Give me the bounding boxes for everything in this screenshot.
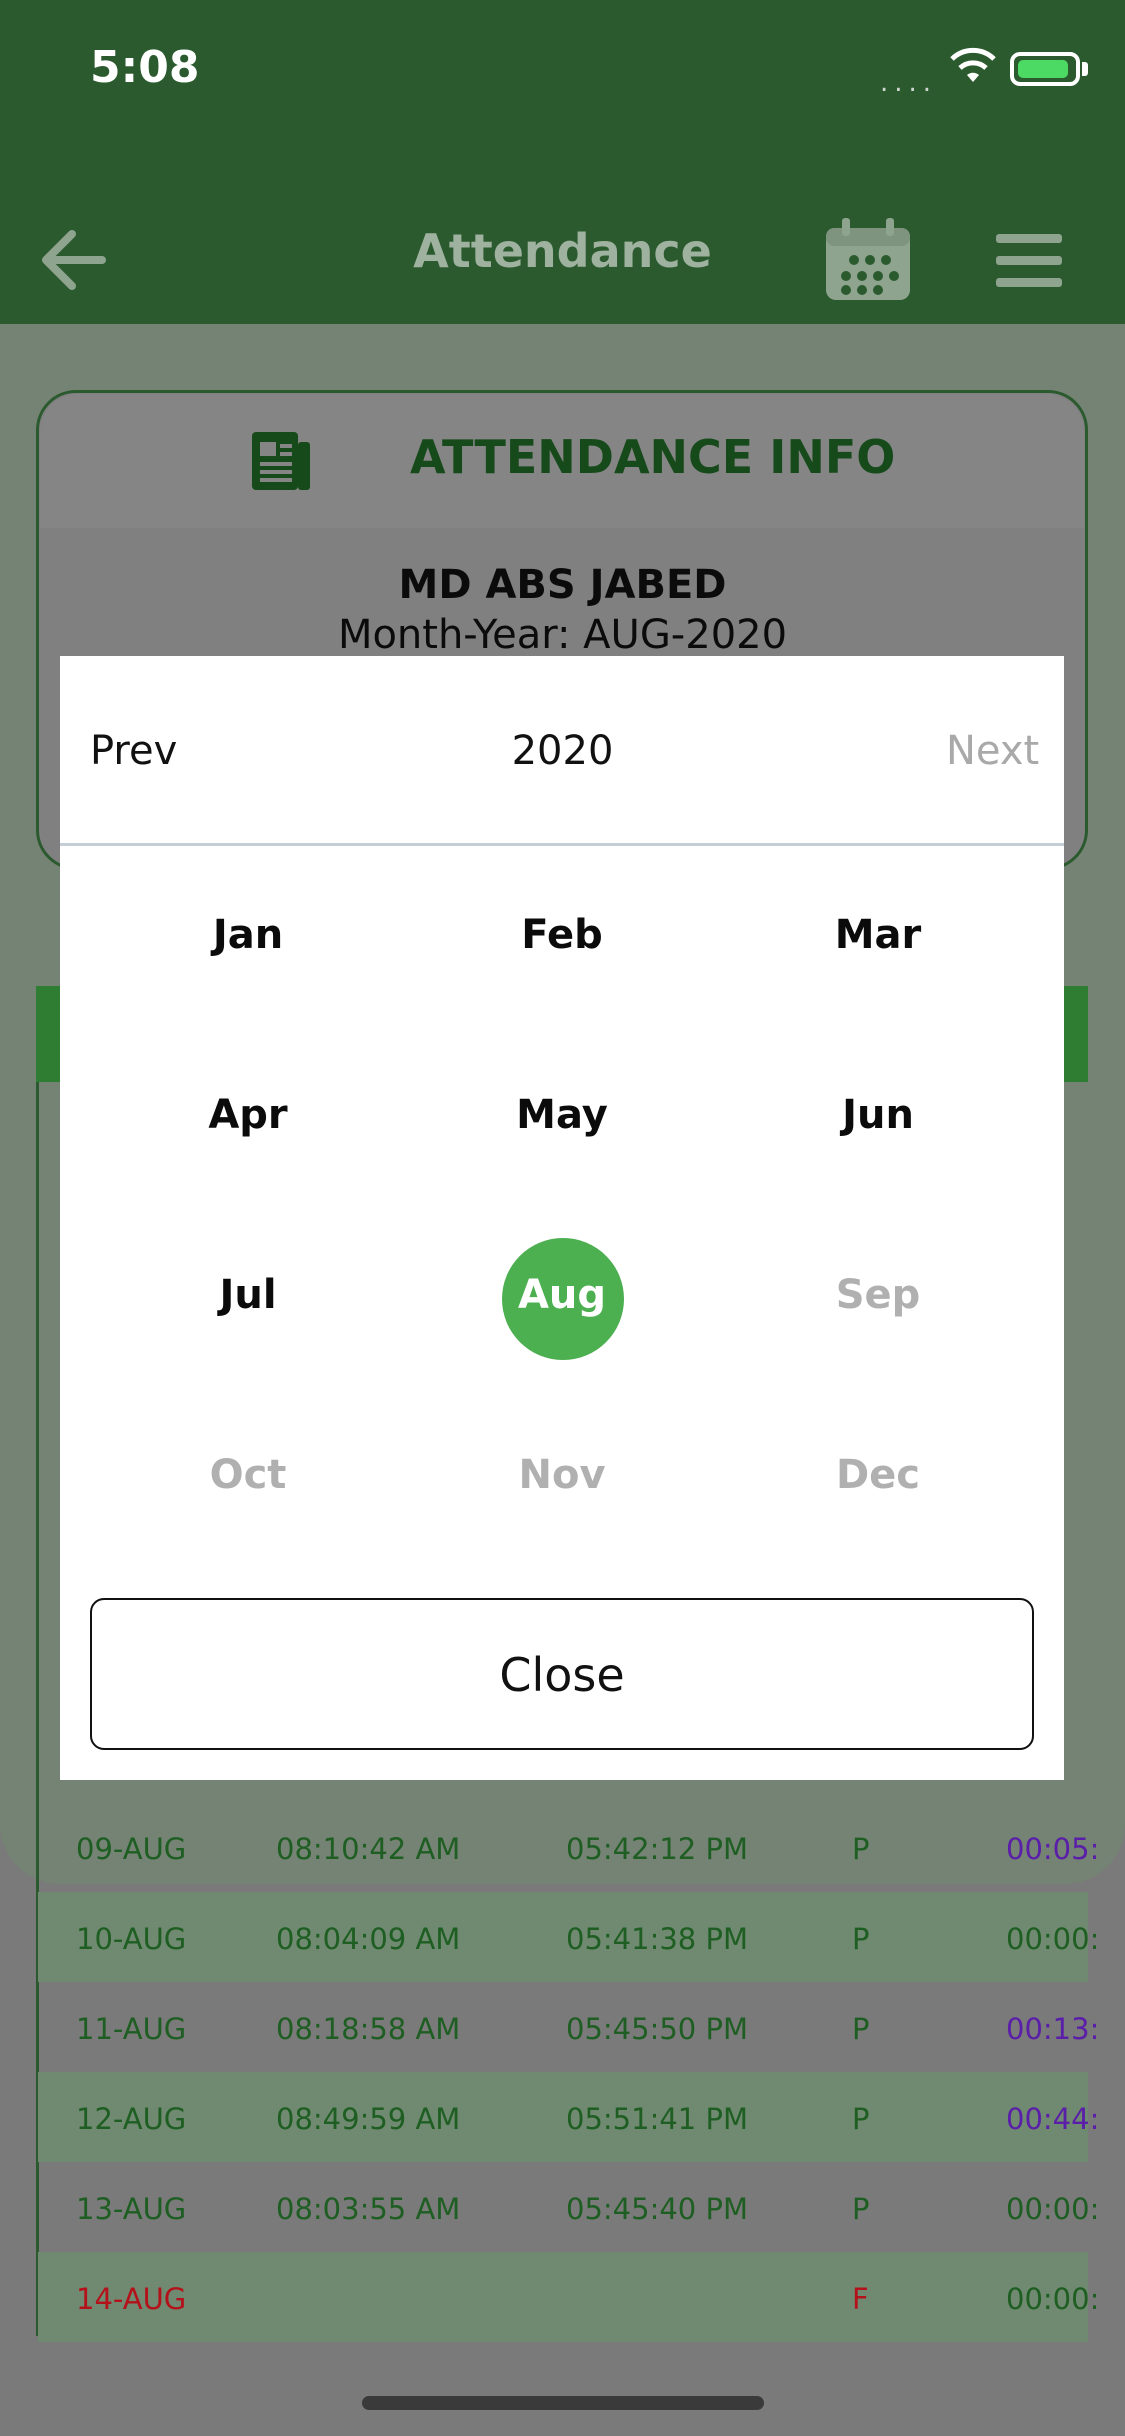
row-in-time: 08:10:42 AM: [276, 1832, 461, 1866]
row-out-time: 05:41:38 PM: [566, 1922, 748, 1956]
month-aug[interactable]: Aug: [462, 1272, 662, 1318]
row-late: 00:44:: [1006, 2102, 1100, 2136]
month-apr[interactable]: Apr: [148, 1092, 348, 1138]
month-nov: Nov: [518, 1452, 606, 1498]
row-late: 00:05:: [1006, 1832, 1100, 1866]
row-status: P: [852, 2192, 870, 2226]
row-out-time: 05:45:40 PM: [566, 2192, 748, 2226]
row-date: 10-AUG: [76, 1922, 187, 1956]
row-status: P: [852, 2102, 870, 2136]
month-may[interactable]: May: [462, 1092, 662, 1138]
signal-icon: ....: [880, 68, 938, 98]
row-status: P: [852, 1922, 870, 1956]
month-year: Month-Year: AUG-2020: [337, 612, 788, 658]
status-time: 5:08: [90, 42, 200, 93]
next-year-button[interactable]: Next: [946, 728, 1039, 774]
row-in-time: 08:18:58 AM: [276, 2012, 461, 2046]
row-late: 00:00:: [1006, 2282, 1100, 2316]
battery-level: [1018, 60, 1068, 78]
info-title: ATTENDANCE INFO: [410, 430, 896, 484]
row-out-time: 05:42:12 PM: [566, 1832, 748, 1866]
month-mar[interactable]: Mar: [778, 912, 978, 958]
month-sep: Sep: [835, 1272, 921, 1318]
month-jan[interactable]: Jan: [148, 912, 348, 958]
row-date: 14-AUG: [76, 2282, 187, 2316]
hamburger-menu-icon[interactable]: [996, 232, 1062, 288]
month-feb[interactable]: Feb: [462, 912, 662, 958]
battery-cap: [1082, 62, 1088, 76]
row-status: P: [852, 2012, 870, 2046]
table-row[interactable]: 10-AUG 08:04:09 AM 05:41:38 PM P 00:00:: [38, 1892, 1099, 1982]
table-row[interactable]: 11-AUG 08:18:58 AM 05:45:50 PM P 00:13:: [38, 1982, 1099, 2072]
table-row[interactable]: 09-AUG 08:10:42 AM 05:42:12 PM P 00:05:: [38, 1802, 1099, 1892]
calendar-icon[interactable]: [824, 218, 912, 302]
row-in-time: 08:49:59 AM: [276, 2102, 461, 2136]
row-in-time: 08:03:55 AM: [276, 2192, 461, 2226]
row-late: 00:00:: [1006, 1922, 1100, 1956]
close-button-label[interactable]: Close: [90, 1648, 1034, 1702]
month-jun[interactable]: Jun: [778, 1092, 978, 1138]
employee-name: MD ABS JABED: [398, 562, 727, 608]
row-date: 11-AUG: [76, 2012, 187, 2046]
row-out-time: 05:45:50 PM: [566, 2012, 748, 2046]
month-oct: Oct: [209, 1452, 287, 1498]
row-late: 00:13:: [1006, 2012, 1100, 2046]
row-date: 09-AUG: [76, 1832, 187, 1866]
wifi-icon: [950, 47, 996, 82]
month-dec: Dec: [835, 1452, 921, 1498]
table-row[interactable]: 14-AUG F 00:00:: [38, 2252, 1099, 2342]
home-indicator: [362, 2396, 764, 2410]
row-late: 00:00:: [1006, 2192, 1100, 2226]
row-date: 12-AUG: [76, 2102, 187, 2136]
row-status: P: [852, 1832, 870, 1866]
row-status: F: [852, 2282, 869, 2316]
page-title: Attendance: [413, 224, 712, 278]
battery-icon: [1010, 52, 1080, 86]
table-row[interactable]: 13-AUG 08:03:55 AM 05:45:40 PM P 00:00:: [38, 2162, 1099, 2252]
row-in-time: 08:04:09 AM: [276, 1922, 461, 1956]
document-icon: [252, 432, 310, 490]
table-row[interactable]: 12-AUG 08:49:59 AM 05:51:41 PM P 00:44:: [38, 2072, 1099, 2162]
month-jul[interactable]: Jul: [148, 1272, 348, 1318]
row-out-time: 05:51:41 PM: [566, 2102, 748, 2136]
row-date: 13-AUG: [76, 2192, 187, 2226]
